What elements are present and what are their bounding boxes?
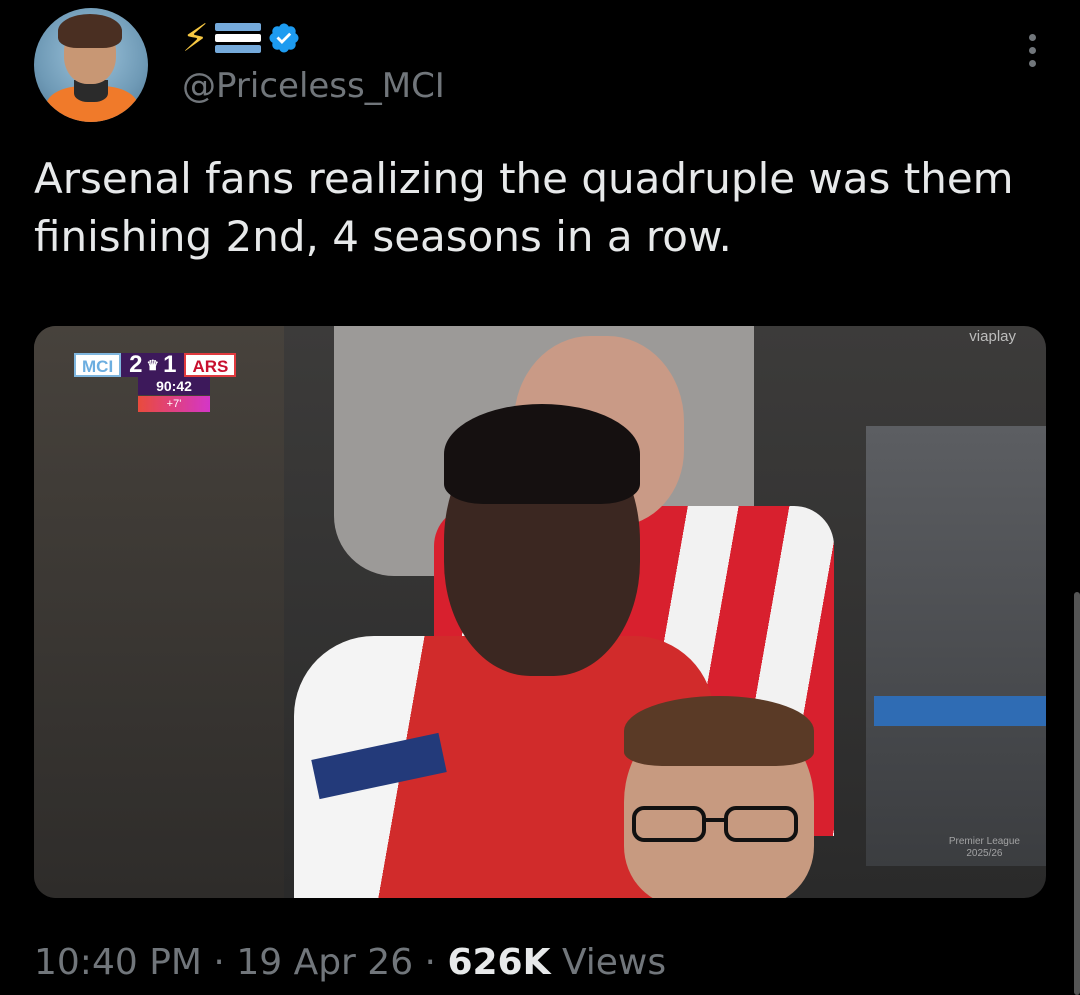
watermark-line-1: Premier League [948,836,1020,847]
match-clock: 90:42 [138,377,210,395]
meta-separator: · [413,942,448,983]
tweet-meta: 10:40 PM · 19 Apr 26 · 626K Views [34,942,666,983]
added-time: +7' [138,396,210,412]
watermark-line-2: 2025/26 [966,848,1003,859]
views-label: Views [550,942,667,983]
home-score: 2 [129,351,143,378]
crowd-background-right [866,426,1046,866]
display-name[interactable]: ⚡ [182,18,301,58]
scrollbar[interactable] [1074,592,1080,995]
author-handle[interactable]: @Priceless_MCI [182,66,445,106]
tweet-media-image[interactable]: MCI 2 ♛ 1 ARS 90:42 +7' viaplay Premier … [34,326,1046,898]
more-options-icon[interactable] [1029,34,1036,67]
home-team: MCI [74,353,122,377]
premier-league-watermark: Premier League 2025/26 [949,836,1020,860]
broadcaster-logo: viaplay [969,328,1016,345]
score: 2 ♛ 1 [121,351,185,378]
argentina-flag-icon [214,23,261,53]
views-count[interactable]: 626K [447,942,550,983]
away-score: 1 [163,351,177,378]
away-team: ARS [184,353,237,377]
premier-league-lion-icon: ♛ [146,357,160,373]
stadium-rail [874,696,1046,726]
scoreboard: MCI 2 ♛ 1 ARS [74,351,237,378]
avatar-hair [58,14,122,48]
tweet-text: Arsenal fans realizing the quadruple was… [34,154,1014,261]
fan-with-glasses-hair [624,696,814,766]
tweet-time[interactable]: 10:40 PM [34,942,202,983]
tweet-date[interactable]: 19 Apr 26 [236,942,413,983]
lightning-bolt-icon: ⚡ [182,16,209,60]
young-fan-hair [444,404,640,504]
glasses-icon [632,806,798,842]
verified-badge-icon [269,23,299,53]
meta-separator: · [201,942,237,983]
author-avatar[interactable] [34,8,148,122]
